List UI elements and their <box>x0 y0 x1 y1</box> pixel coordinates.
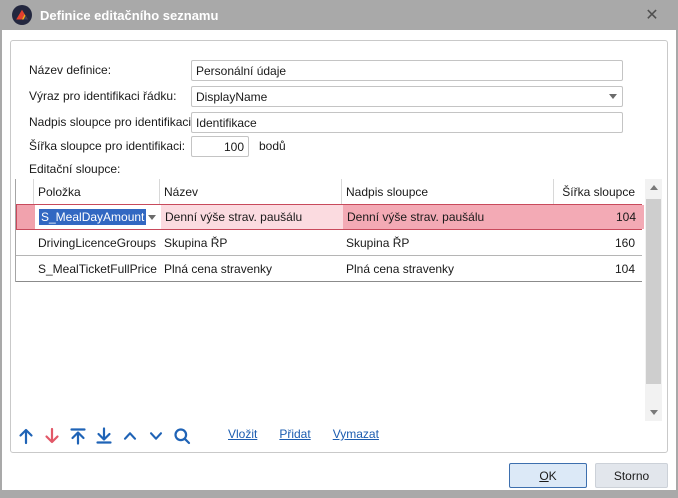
move-to-bottom-icon[interactable] <box>93 425 115 447</box>
name-cell[interactable]: Skupina ŘP <box>160 230 342 255</box>
content-groupbox: Název definice: Výraz pro identifikaci ř… <box>10 40 668 453</box>
name-cell[interactable]: Denní výše strav. paušálu <box>161 205 343 229</box>
points-suffix-label: bodů <box>259 136 286 157</box>
caption-cell[interactable]: Denní výše strav. paušálu <box>343 205 555 229</box>
item-cell[interactable]: DrivingLicenceGroups <box>34 230 160 255</box>
move-to-top-icon[interactable] <box>67 425 89 447</box>
table-row[interactable]: DrivingLicenceGroups Skupina ŘP Skupina … <box>16 230 642 256</box>
row-action-links: Vložit Přidat Vymazat <box>228 427 379 441</box>
edit-columns-section-label: Editační sloupce: <box>29 159 120 180</box>
selected-cell-text: S_MealDayAmount <box>39 209 146 225</box>
scrollbar-thumb[interactable] <box>646 199 661 384</box>
id-column-header-label: Nadpis sloupce pro identifikaci: <box>29 112 194 133</box>
add-link[interactable]: Přidat <box>279 427 310 441</box>
dialog-body: Název definice: Výraz pro identifikaci ř… <box>2 30 676 490</box>
column-header-width[interactable]: Šířka sloupce <box>554 179 643 204</box>
move-down-icon[interactable] <box>41 425 63 447</box>
cancel-button[interactable]: Storno <box>595 463 668 488</box>
dialog-title: Definice editačního seznamu <box>40 8 218 23</box>
edit-list-definition-dialog: Definice editačního seznamu ✕ Název defi… <box>0 0 678 498</box>
width-cell[interactable]: 104 <box>555 205 644 229</box>
row-selector[interactable] <box>16 256 34 281</box>
id-column-width-input[interactable] <box>191 136 249 157</box>
id-column-header-input[interactable] <box>191 112 623 133</box>
row-selector[interactable] <box>16 230 34 255</box>
header-selector-spacer <box>16 179 34 204</box>
row-id-expression-combo[interactable] <box>191 86 623 107</box>
row-id-expression-label: Výraz pro identifikaci řádku: <box>29 86 176 107</box>
item-cell-combo[interactable]: S_MealDayAmount <box>35 205 161 229</box>
chevron-down-icon[interactable] <box>148 215 156 220</box>
app-logo-icon <box>12 5 32 25</box>
chevron-up-icon[interactable] <box>119 425 141 447</box>
column-header-caption[interactable]: Nadpis sloupce <box>342 179 554 204</box>
scroll-up-icon[interactable] <box>645 179 662 196</box>
chevron-down-icon[interactable] <box>609 94 617 99</box>
name-cell[interactable]: Plná cena stravenky <box>160 256 342 281</box>
close-icon[interactable]: ✕ <box>640 4 664 26</box>
caption-cell[interactable]: Skupina ŘP <box>342 230 554 255</box>
table-row[interactable]: S_MealTicketFullPrice Plná cena stravenk… <box>16 256 642 282</box>
table-header-row[interactable]: Položka Název Nadpis sloupce Šířka sloup… <box>16 179 642 204</box>
row-actions-toolbar <box>15 425 193 447</box>
search-icon[interactable] <box>171 425 193 447</box>
definition-name-input[interactable] <box>191 60 623 81</box>
item-cell[interactable]: S_MealTicketFullPrice <box>34 256 160 281</box>
row-selector[interactable] <box>17 205 35 229</box>
table-row[interactable]: S_MealDayAmount Denní výše strav. paušál… <box>16 204 642 230</box>
insert-link[interactable]: Vložit <box>228 427 257 441</box>
scroll-down-icon[interactable] <box>645 404 662 421</box>
definition-name-label: Název definice: <box>29 60 111 81</box>
edit-columns-table: Položka Název Nadpis sloupce Šířka sloup… <box>15 179 642 282</box>
chevron-down-icon[interactable] <box>145 425 167 447</box>
caption-cell[interactable]: Plná cena stravenky <box>342 256 554 281</box>
titlebar[interactable]: Definice editačního seznamu ✕ <box>0 0 678 30</box>
column-header-name[interactable]: Název <box>160 179 342 204</box>
width-cell[interactable]: 104 <box>554 256 643 281</box>
move-up-icon[interactable] <box>15 425 37 447</box>
id-column-width-label: Šířka sloupce pro identifikaci: <box>29 136 185 157</box>
table-scrollbar[interactable] <box>645 179 662 421</box>
delete-link[interactable]: Vymazat <box>333 427 379 441</box>
column-header-item[interactable]: Položka <box>34 179 160 204</box>
width-cell[interactable]: 160 <box>554 230 643 255</box>
ok-button[interactable]: OK <box>509 463 587 488</box>
